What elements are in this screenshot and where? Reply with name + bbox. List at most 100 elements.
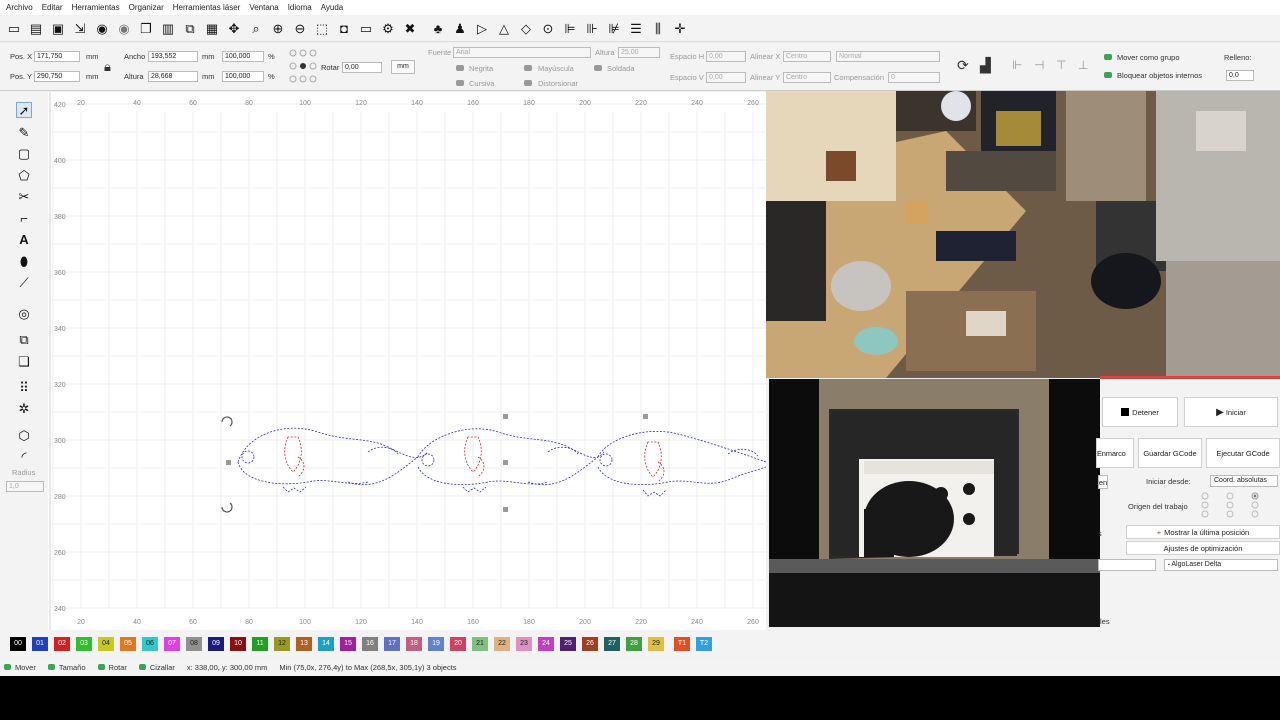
palette-color-05[interactable]: 05 xyxy=(120,636,136,651)
select-arrow-icon[interactable]: ➚ xyxy=(16,102,32,118)
distorsionar-toggle[interactable] xyxy=(524,80,532,86)
tab-icon[interactable]: ⬡ xyxy=(16,427,32,443)
stop-button[interactable]: Detener xyxy=(1102,397,1178,427)
pen-icon[interactable]: ✎ xyxy=(16,124,32,140)
laser-head-icon[interactable]: ▟ xyxy=(980,57,991,74)
palette-color-25[interactable]: 25 xyxy=(560,636,576,651)
palette-color-29[interactable]: 29 xyxy=(648,636,664,651)
align-center-icon[interactable]: ⊪ xyxy=(584,21,600,37)
scale-height-input[interactable]: 100,000 xyxy=(222,71,264,82)
shape-icon[interactable]: ◇ xyxy=(518,21,534,37)
soldada-toggle[interactable] xyxy=(594,65,602,71)
export-icon[interactable]: ⇲ xyxy=(72,21,88,37)
status-rotar[interactable]: Rotar xyxy=(97,663,127,672)
palette-color-03[interactable]: 03 xyxy=(76,636,92,651)
settings-icon[interactable]: ⚙ xyxy=(380,21,396,37)
menu-ayuda[interactable]: Ayuda xyxy=(321,3,344,12)
crop-icon[interactable]: ⌐ xyxy=(16,210,32,226)
palette-color-10[interactable]: 10 xyxy=(230,636,246,651)
status-tamano[interactable]: Tamaño xyxy=(47,663,86,672)
negrita-toggle[interactable] xyxy=(456,65,464,71)
menu-idioma[interactable]: Idioma xyxy=(288,3,312,12)
palette-color-24[interactable]: 24 xyxy=(538,636,554,651)
partial-select-left[interactable]: en xyxy=(1098,475,1108,489)
align-tool-1-icon[interactable]: ⊩ xyxy=(1012,58,1022,72)
move-icon[interactable]: ✥ xyxy=(226,21,242,37)
palette-color-04[interactable]: 04 xyxy=(98,636,114,651)
espacio-h-input[interactable]: 0,00 xyxy=(706,51,746,62)
altura-input[interactable]: 28,668 xyxy=(148,71,198,82)
espacio-v-input[interactable]: 0,00 xyxy=(706,72,746,83)
origin-radio-grid[interactable] xyxy=(1200,491,1266,519)
run-gcode-button[interactable]: Ejecutar GCode xyxy=(1206,438,1280,468)
distribute-h-icon[interactable]: ☰ xyxy=(628,21,644,37)
ancho-input[interactable]: 193,552 xyxy=(148,51,198,62)
array-icon[interactable]: ⠿ xyxy=(16,379,32,395)
tools-icon[interactable]: ✖ xyxy=(402,21,418,37)
align-tool-4-icon[interactable]: ⊥ xyxy=(1078,58,1088,72)
palette-color-t2[interactable]: T2 xyxy=(696,636,712,651)
anchor-grid[interactable] xyxy=(288,49,318,85)
menu-organizar[interactable]: Organizar xyxy=(129,3,164,12)
status-mover[interactable]: Mover xyxy=(4,663,36,672)
palette-color-16[interactable]: 16 xyxy=(362,636,378,651)
warning-icon[interactable]: △ xyxy=(496,21,512,37)
palette-color-19[interactable]: 19 xyxy=(428,636,444,651)
palette-color-11[interactable]: 11 xyxy=(252,636,268,651)
menu-editar[interactable]: Editar xyxy=(42,3,63,12)
palette-color-22[interactable]: 22 xyxy=(494,636,510,651)
menu-ventana[interactable]: Ventana xyxy=(249,3,278,12)
fuente-select[interactable]: Arial xyxy=(453,47,591,58)
gear-sprocket-icon[interactable]: ✲ xyxy=(16,400,32,416)
text-icon[interactable]: A xyxy=(16,231,32,247)
corner-icon[interactable]: ◜ xyxy=(16,448,32,464)
target-icon[interactable]: ⊙ xyxy=(540,21,556,37)
cursiva-toggle[interactable] xyxy=(456,80,464,86)
palette-color-18[interactable]: 18 xyxy=(406,636,422,651)
tab-partial-label[interactable]: les xyxy=(1100,617,1110,626)
text-mode-select[interactable]: Normal xyxy=(836,51,940,62)
zoom-out-icon[interactable]: ⊖ xyxy=(292,21,308,37)
palette-color-13[interactable]: 13 xyxy=(296,636,312,651)
zoom-in-icon[interactable]: ⊕ xyxy=(270,21,286,37)
start-button[interactable]: ▶ Iniciar xyxy=(1184,397,1278,427)
mayuscula-toggle[interactable] xyxy=(524,65,532,71)
user-icon[interactable]: ♟ xyxy=(452,21,468,37)
alinear-x-select[interactable]: Centro xyxy=(783,51,831,62)
palette-color-t1[interactable]: T1 xyxy=(674,636,690,651)
menu-archivo[interactable]: Archivo xyxy=(6,3,33,12)
palette-color-07[interactable]: 07 xyxy=(164,636,180,651)
palette-color-00[interactable]: 00 xyxy=(10,636,26,651)
mover-grupo-toggle[interactable] xyxy=(1104,54,1112,60)
pos-y-input[interactable]: 290,750 xyxy=(34,71,80,82)
lock-icon[interactable]: 🔒︎ xyxy=(104,59,111,75)
iniciar-desde-select[interactable]: Coord. absolutas xyxy=(1210,475,1278,487)
palette-color-23[interactable]: 23 xyxy=(516,636,532,651)
status-cizallar[interactable]: Cizallar xyxy=(138,663,175,672)
palette-color-09[interactable]: 09 xyxy=(208,636,224,651)
palette-color-20[interactable]: 20 xyxy=(450,636,466,651)
delete-icon[interactable]: ▦ xyxy=(204,21,220,37)
relleno-input[interactable]: 0,0 xyxy=(1226,70,1254,81)
copy-icon[interactable]: ❐ xyxy=(138,21,154,37)
show-last-position-button[interactable]: + Mostrar la última posición xyxy=(1126,525,1280,539)
folder-icon[interactable]: ▤ xyxy=(28,21,44,37)
distribute-v-icon[interactable]: ⫼ xyxy=(650,21,666,37)
rotar-input[interactable]: 0,00 xyxy=(342,62,382,73)
partial-device-select[interactable] xyxy=(1098,559,1156,571)
boolean-icon[interactable]: ⧉ xyxy=(16,331,32,347)
zoom-fit-icon[interactable]: ⌕ xyxy=(248,21,264,37)
radius-input[interactable]: 1,0 xyxy=(6,481,44,492)
palette-color-02[interactable]: 02 xyxy=(54,636,70,651)
location-pin-icon[interactable]: ⬮ xyxy=(16,253,32,269)
scale-width-input[interactable]: 100,000 xyxy=(222,51,264,62)
frame-button[interactable]: Enmarco xyxy=(1096,438,1134,468)
align-bottom-icon[interactable]: ⊯ xyxy=(606,21,622,37)
palette-color-17[interactable]: 17 xyxy=(384,636,400,651)
camera-feed-laser[interactable] xyxy=(769,379,1100,627)
camera-icon[interactable]: ◘ xyxy=(336,21,352,37)
compensacion-input[interactable]: 0 xyxy=(888,72,940,83)
undo-icon[interactable]: ◉ xyxy=(94,21,110,37)
pos-x-input[interactable]: 171,750 xyxy=(34,51,80,62)
palette-color-14[interactable]: 14 xyxy=(318,636,334,651)
